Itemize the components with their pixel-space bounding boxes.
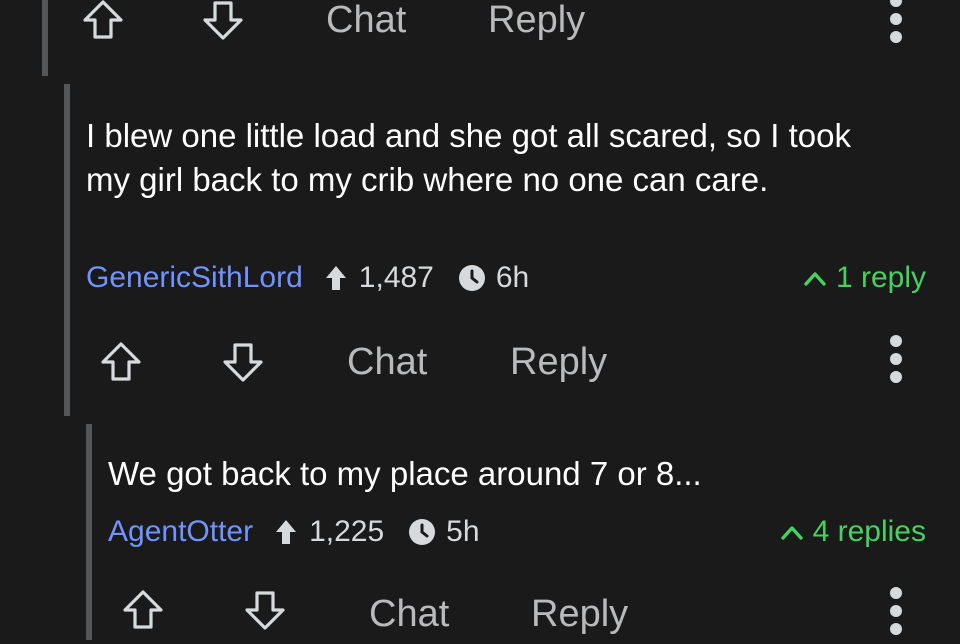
chevron-up-icon [780, 526, 803, 540]
comment-actions: Chat Reply [0, 580, 960, 640]
replies-label: 1 reply [835, 261, 926, 294]
clock-icon [409, 519, 436, 545]
more-options-icon[interactable] [886, 0, 906, 43]
reply-button[interactable]: Reply [510, 332, 607, 392]
comment-body: We got back to my place around 7 or 8... [108, 455, 702, 492]
reply-button[interactable]: Reply [531, 584, 628, 644]
timestamp: 6h [495, 261, 530, 294]
comment-body: I blew one little load and she got all s… [86, 117, 851, 198]
chat-button[interactable]: Chat [326, 0, 406, 50]
replies-toggle[interactable]: 4 replies [780, 512, 926, 552]
author-link[interactable]: GenericSithLord [86, 261, 303, 295]
score-arrow-icon [325, 266, 346, 290]
score: 1,487 [358, 261, 434, 294]
reply-button[interactable]: Reply [488, 0, 585, 50]
downvote-icon[interactable] [220, 339, 266, 385]
replies-toggle[interactable]: 1 reply [804, 258, 926, 298]
downvote-icon[interactable] [242, 587, 288, 633]
upvote-icon[interactable] [80, 0, 126, 43]
upvote-icon[interactable] [120, 587, 166, 633]
comment-meta: GenericSithLord 1,487 6h [86, 258, 529, 298]
comment-actions: Chat Reply [0, 332, 960, 392]
chat-button[interactable]: Chat [369, 584, 449, 644]
comment-actions: Chat Reply [0, 0, 960, 50]
timestamp: 5h [446, 515, 480, 548]
score-arrow-icon [276, 520, 297, 544]
replies-label: 4 replies [812, 515, 926, 548]
author-link[interactable]: AgentOtter [108, 515, 253, 549]
more-options-icon[interactable] [886, 587, 906, 635]
upvote-icon[interactable] [98, 339, 144, 385]
downvote-icon[interactable] [200, 0, 246, 43]
chevron-up-icon [804, 272, 826, 286]
chat-button[interactable]: Chat [347, 332, 427, 392]
more-options-icon[interactable] [886, 335, 906, 383]
clock-icon [458, 265, 485, 291]
comment-meta: AgentOtter 1,225 5h [108, 512, 480, 552]
score: 1,225 [309, 515, 385, 548]
